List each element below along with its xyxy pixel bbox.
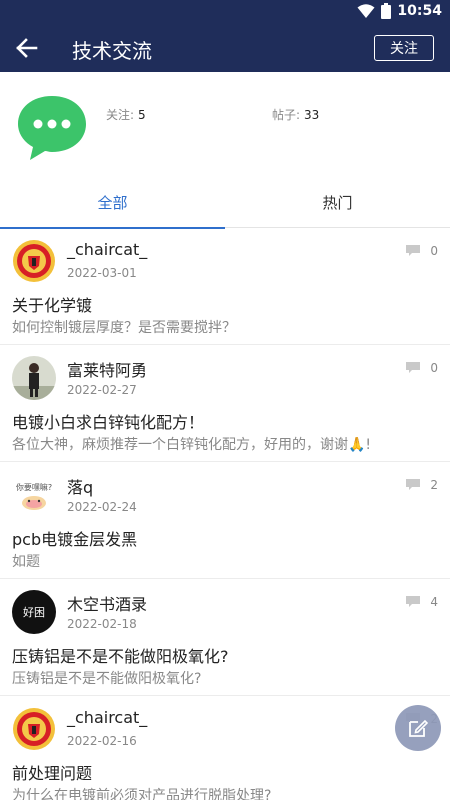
photo-avatar[interactable] [12, 356, 56, 400]
post-title[interactable]: 前处理问题 [12, 760, 92, 784]
post-title[interactable]: 电镀小白求白锌钝化配方！ [12, 409, 204, 433]
comment-count-value: 4 [430, 595, 438, 609]
post-author[interactable]: _chaircat_ [67, 240, 147, 259]
tab-bar: 全部 热门 [0, 176, 450, 229]
comment-icon [406, 362, 421, 373]
post-item[interactable]: 你要嘿嘛? 落q 2022-02-24 2 pcb电镀金层发黑 如题 [0, 462, 450, 579]
follow-button[interactable]: 关注 [374, 35, 434, 61]
post-summary: 为什么在电镀前必须对产品进行脱脂处理? [12, 788, 272, 800]
wifi-icon [357, 4, 375, 18]
post-date: 2022-02-16 [67, 734, 137, 748]
posts-stat-value: 33 [304, 108, 320, 122]
post-list: _chaircat_ 2022-03-01 0 关于化学镀 如何控制镀层厚度？是… [0, 228, 450, 800]
compose-icon [409, 719, 429, 737]
battery-icon [381, 3, 392, 19]
tab-all[interactable]: 全部 [0, 176, 225, 229]
post-summary: 压铸铝是不是不能做阳极氧化? [12, 671, 202, 687]
post-author[interactable]: 落q [67, 474, 93, 498]
post-item[interactable]: 好困 木空书酒录 2022-02-18 4 压铸铝是不是不能做阳极氧化? 压铸铝… [0, 579, 450, 696]
sticker-avatar[interactable]: 你要嘿嘛? [12, 473, 56, 517]
post-author[interactable]: 富莱特阿勇 [67, 357, 147, 381]
compose-button[interactable] [395, 705, 441, 751]
post-date: 2022-02-27 [67, 383, 137, 397]
follow-stat-label: 关注: [106, 108, 135, 122]
comment-count-value: 0 [430, 361, 438, 375]
follow-stat-value: 5 [138, 108, 146, 122]
text-avatar-label: 好困 [23, 606, 45, 619]
post-author[interactable]: 木空书酒录 [67, 591, 147, 615]
tab-hot[interactable]: 热门 [225, 176, 450, 228]
post-summary: 各位大神，麻烦推荐一个白锌钝化配方，好用的，谢谢🙏! [12, 437, 372, 453]
comment-icon [406, 596, 421, 607]
comment-icon [406, 245, 421, 256]
post-date: 2022-02-24 [67, 500, 137, 514]
comment-icon [406, 479, 421, 490]
post-date: 2022-02-18 [67, 617, 137, 631]
status-time: 10:54 [397, 3, 442, 19]
club-crest-avatar[interactable] [12, 707, 56, 751]
comment-count: 0 [406, 244, 438, 258]
post-item[interactable]: _chaircat_ 2022-03-01 0 关于化学镀 如何控制镀层厚度？是… [0, 228, 450, 345]
post-summary: 如题 [12, 554, 40, 570]
text-avatar[interactable]: 好困 [12, 590, 56, 634]
post-title[interactable]: pcb电镀金层发黑 [12, 526, 137, 550]
comment-count-value: 0 [430, 244, 438, 258]
post-date: 2022-03-01 [67, 266, 137, 280]
comment-count: 0 [406, 361, 438, 375]
posts-stat-label: 帖子: [272, 108, 301, 122]
post-author[interactable]: _chaircat_ [67, 708, 147, 727]
club-crest-avatar[interactable] [12, 239, 56, 283]
page-title: 技术交流 [72, 39, 152, 63]
sticker-avatar-text: 你要嘿嘛? [16, 482, 52, 492]
chat-bubble-icon [14, 90, 90, 162]
post-summary: 如何控制镀层厚度？是否需要搅拌？ [12, 320, 236, 336]
back-arrow-icon[interactable] [14, 36, 40, 60]
comment-count: 2 [406, 478, 438, 492]
forum-header: 关注: 5 帖子: 33 [0, 72, 450, 172]
post-item[interactable]: 富莱特阿勇 2022-02-27 0 电镀小白求白锌钝化配方！ 各位大神，麻烦推… [0, 345, 450, 462]
status-bar: 10:54 [0, 0, 450, 24]
posts-stat: 帖子: 33 [272, 106, 319, 123]
post-title[interactable]: 压铸铝是不是不能做阳极氧化? [12, 643, 229, 667]
post-title[interactable]: 关于化学镀 [12, 292, 92, 316]
app-bar: 技术交流 关注 [0, 24, 450, 72]
post-item[interactable]: _chaircat_ 2022-02-16 2 前处理问题 为什么在电镀前必须对… [0, 696, 450, 800]
comment-count: 4 [406, 595, 438, 609]
follow-stat: 关注: 5 [106, 106, 146, 123]
comment-count-value: 2 [430, 478, 438, 492]
